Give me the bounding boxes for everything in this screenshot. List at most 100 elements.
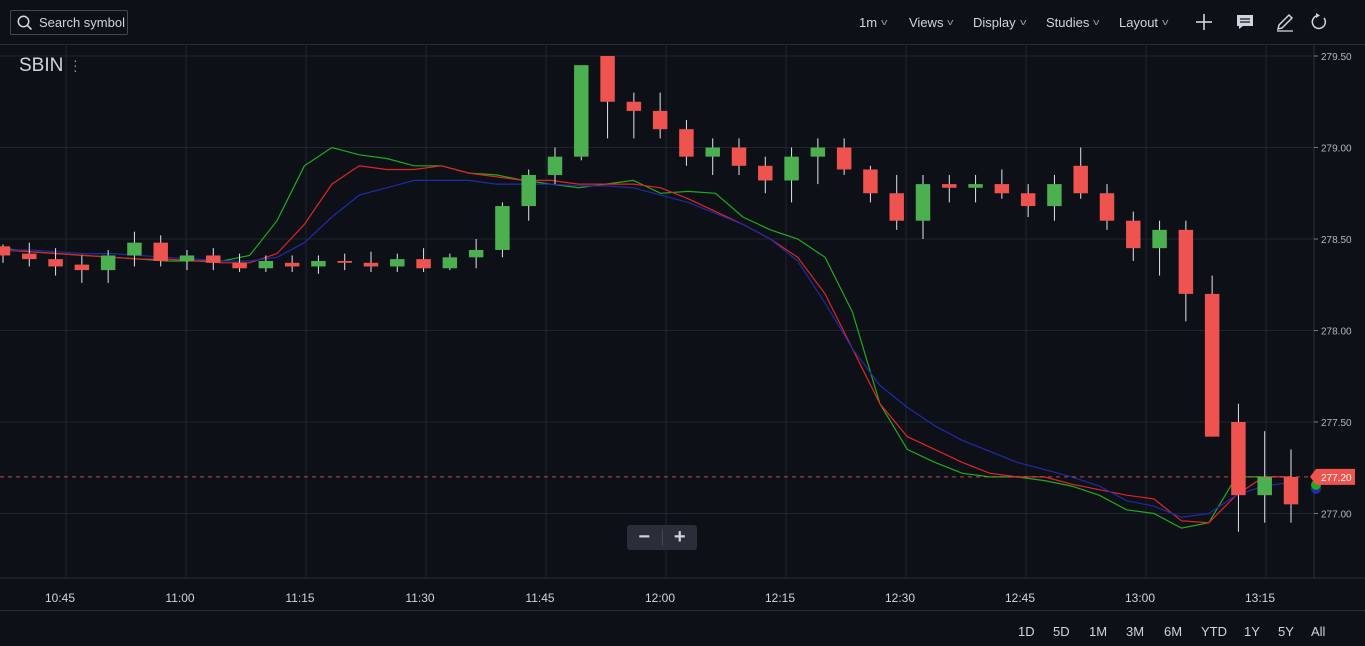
candle-down (74, 264, 90, 271)
x-tick-label: 10:45 (45, 591, 75, 605)
candle-up (1152, 229, 1167, 249)
refresh-icon[interactable] (1309, 12, 1329, 32)
time-axis: 10:45 11:00 11:15 11:30 11:45 12:00 12:15 12:30… (45, 591, 1275, 605)
y-tick-label: 279.50 (1321, 52, 1352, 63)
range-button-6m[interactable]: 6M (1164, 624, 1182, 639)
views-dropdown[interactable]: Views v (909, 0, 954, 44)
range-button-5y[interactable]: 5Y (1278, 624, 1294, 639)
candle-up (574, 65, 589, 157)
comment-icon[interactable] (1235, 12, 1255, 32)
candle-up (915, 184, 931, 221)
candle-down (22, 253, 37, 260)
candle-down (836, 147, 852, 170)
chart-grid (0, 44, 1365, 579)
chevron-down-icon: v (1019, 17, 1027, 27)
x-tick-label: 12:15 (765, 591, 795, 605)
candle-up (311, 260, 326, 267)
range-button-1m[interactable]: 1M (1089, 624, 1107, 639)
candle-up (810, 147, 826, 157)
candle-down (994, 184, 1010, 194)
chevron-down-icon: v (1093, 17, 1100, 27)
candle-up (258, 260, 274, 269)
candle-down (626, 101, 642, 111)
candle-down (416, 259, 431, 269)
chevron-down-icon: v (947, 17, 954, 27)
candle-down (758, 165, 773, 181)
x-tick-label: 11:30 (405, 591, 434, 605)
x-tick-label: 11:15 (285, 591, 314, 605)
layout-dropdown[interactable]: Layout v (1119, 0, 1168, 44)
symbol-menu-icon[interactable]: · · · (73, 53, 78, 77)
x-tick-label: 11:00 (165, 591, 194, 605)
candle-up (390, 259, 405, 267)
studies-dropdown[interactable]: Studies v (1046, 0, 1100, 44)
candle-up (1257, 476, 1272, 496)
range-button-1y[interactable]: 1Y (1244, 624, 1260, 639)
candle-down (363, 262, 379, 267)
studies-label: Studies (1046, 14, 1090, 30)
candle-down (1231, 422, 1246, 496)
display-dropdown[interactable]: Display v (973, 0, 1027, 44)
interval-dropdown[interactable]: 1m v (859, 0, 887, 44)
candle-up (547, 156, 563, 175)
last-price-marker: 277.20 (0, 468, 1355, 494)
y-tick-label: 279.00 (1321, 144, 1352, 155)
candle-up (968, 184, 983, 188)
candle-up (100, 255, 116, 271)
candle-up (705, 147, 720, 157)
candle-down (232, 262, 247, 269)
candle-down (0, 246, 11, 256)
search-input[interactable]: Search symbol (10, 10, 128, 35)
ma-line-blue (3, 179, 1292, 518)
range-bar (0, 610, 1365, 646)
search-icon (17, 15, 33, 30)
candle-down (1073, 165, 1088, 194)
candle-down (337, 260, 352, 263)
candle-down (153, 242, 168, 261)
candlesticks (0, 56, 1299, 532)
symbol-label[interactable]: SBIN (19, 55, 63, 77)
y-tick-label: 278.00 (1321, 327, 1352, 338)
x-tick-label: 12:30 (885, 591, 915, 605)
zoom-in-button[interactable]: + (663, 525, 698, 550)
candle-down (206, 255, 221, 263)
plus-icon[interactable] (1194, 12, 1214, 32)
moving-average-lines (2, 146, 1292, 529)
y-tick-label: 277.00 (1321, 510, 1352, 521)
candle-down (1126, 220, 1141, 249)
last-price-label: 277.20 (1321, 473, 1352, 484)
candle-up (1047, 184, 1062, 207)
candle-up (521, 174, 536, 207)
candle-down (863, 169, 878, 194)
candle-down (1204, 293, 1220, 437)
x-tick-label: 12:00 (645, 591, 675, 605)
candle-up (127, 242, 142, 256)
candle-down (48, 259, 63, 267)
candle-down (942, 184, 957, 188)
pencil-icon[interactable] (1275, 12, 1295, 32)
y-tick-label: 277.50 (1321, 418, 1352, 429)
display-label: Display (973, 14, 1016, 30)
range-button-all[interactable]: All (1311, 624, 1325, 639)
candle-up (179, 255, 195, 261)
candle-down (679, 129, 694, 157)
ma-line-green (2, 146, 1291, 529)
candle-down (731, 147, 747, 166)
candle-down (600, 56, 615, 102)
candle-down (1099, 193, 1115, 221)
range-button-ytd[interactable]: YTD (1201, 624, 1227, 639)
top-toolbar: Search symbol 1m v Views v Display v Studie… (0, 0, 1365, 45)
y-tick-label: 278.50 (1321, 235, 1352, 246)
zoom-controls: − + (627, 525, 697, 550)
x-tick-label: 11:45 (525, 591, 554, 605)
x-tick-label: 13:00 (1125, 591, 1155, 605)
views-label: Views (909, 14, 944, 30)
range-button-1d[interactable]: 1D (1018, 624, 1035, 639)
ma-line-red (2, 165, 1291, 524)
range-button-3m[interactable]: 3M (1126, 624, 1144, 639)
x-tick-label: 12:45 (1005, 591, 1035, 605)
candle-down (889, 193, 904, 221)
range-button-5d[interactable]: 5D (1053, 624, 1070, 639)
zoom-out-button[interactable]: − (627, 525, 662, 550)
candle-up (784, 156, 799, 181)
